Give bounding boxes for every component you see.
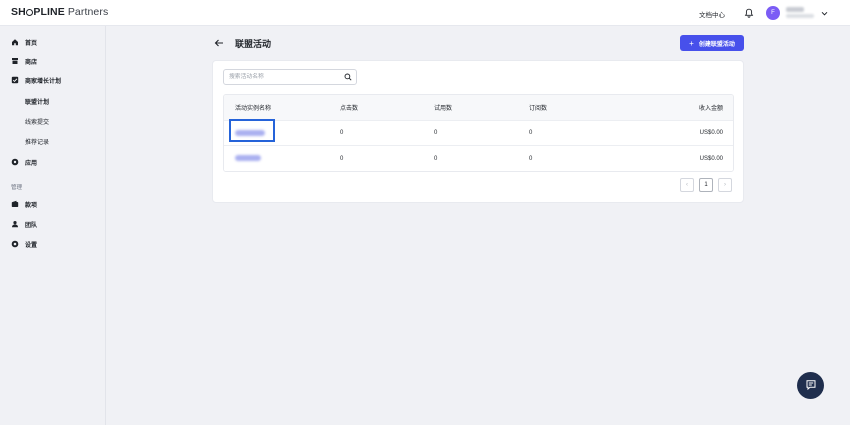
sidebar-item-label: 首页 — [25, 40, 38, 47]
col-header-subscriptions: 订阅数 — [529, 106, 548, 112]
home-icon — [11, 38, 19, 46]
table-row: 0 0 0 US$0.00 — [224, 146, 733, 171]
sidebar-item-store[interactable]: 商店 — [11, 54, 37, 68]
campaign-table: 活动实例名称 点击数 试用数 订阅数 收入金额 0 0 0 US$0.00 0 … — [223, 94, 734, 172]
sidebar-item-payments[interactable]: 款项 — [11, 197, 37, 211]
chat-support-button[interactable] — [797, 372, 824, 399]
subscriptions-cell: 0 — [529, 155, 533, 162]
logo-suffix: Partners — [64, 6, 109, 18]
search-input[interactable] — [229, 72, 339, 82]
table-header: 活动实例名称 点击数 试用数 订阅数 收入金额 — [224, 95, 733, 121]
clicks-cell: 0 — [340, 130, 344, 136]
create-affiliate-campaign-button[interactable]: + 创建联盟活动 — [680, 35, 744, 51]
col-header-trials: 试用数 — [434, 106, 453, 112]
next-page-button[interactable]: › — [718, 178, 732, 192]
highlight-box — [229, 118, 275, 142]
logo-brand-pre: SH — [11, 6, 26, 18]
sidebar-item-label: 款项 — [25, 202, 38, 209]
page-number-button[interactable]: 1 — [699, 178, 713, 192]
sidebar-item-label: 商店 — [25, 59, 38, 66]
sidebar-item-apps[interactable]: 应用 — [11, 155, 37, 169]
shopline-partners-logo[interactable]: SH PLINE Partners — [11, 6, 108, 18]
growth-icon — [11, 76, 19, 84]
plus-icon: + — [689, 38, 694, 48]
gear-icon — [11, 240, 19, 248]
sidebar-item-growth-plan[interactable]: 商家增长计划 — [11, 73, 61, 87]
bell-icon[interactable] — [743, 7, 755, 19]
clicks-cell: 0 — [340, 155, 344, 162]
doc-center-link[interactable]: 文档中心 — [699, 9, 725, 19]
team-icon — [11, 220, 19, 228]
create-button-label: 创建联盟活动 — [698, 41, 735, 48]
back-arrow-icon[interactable] — [212, 36, 226, 50]
page-header: 联盟活动 + 创建联盟活动 — [212, 33, 744, 53]
revenue-cell: US$0.00 — [699, 155, 723, 162]
logo-o-mark — [26, 8, 34, 16]
chevron-down-icon[interactable] — [820, 9, 829, 18]
campaign-list-card: 活动实例名称 点击数 试用数 订阅数 收入金额 0 0 0 US$0.00 0 … — [212, 60, 744, 203]
sidebar-item-settings[interactable]: 设置 — [11, 237, 37, 251]
prev-page-button[interactable]: ‹ — [680, 178, 694, 192]
avatar[interactable]: F — [766, 6, 780, 20]
col-header-revenue: 收入金额 — [698, 106, 723, 112]
table-row: 0 0 0 US$0.00 — [224, 118, 733, 146]
trials-cell: 0 — [434, 155, 438, 162]
sidebar-subitem-lead-submit[interactable]: 线索提交 — [25, 115, 49, 127]
sidebar-item-label: 团队 — [25, 222, 38, 229]
store-icon — [11, 57, 19, 65]
sidebar-item-label: 应用 — [25, 160, 38, 167]
search-icon[interactable] — [344, 73, 352, 81]
campaign-name-link[interactable] — [224, 118, 340, 142]
apps-icon — [11, 158, 19, 166]
sidebar-subitem-referral-records[interactable]: 推荐记录 — [25, 135, 49, 147]
pagination: ‹ 1 › — [680, 178, 732, 192]
sidebar-item-home[interactable]: 首页 — [11, 35, 37, 49]
chat-icon — [805, 379, 817, 393]
sidebar-item-team[interactable]: 团队 — [11, 217, 37, 231]
top-bar: SH PLINE Partners 文档中心 F — [0, 0, 850, 26]
page-title: 联盟活动 — [235, 39, 272, 49]
sidebar-subitem-affiliate[interactable]: 联盟计划 — [25, 95, 49, 107]
search-box — [223, 69, 357, 85]
revenue-cell: US$0.00 — [699, 130, 723, 136]
campaign-name-redacted[interactable] — [235, 155, 261, 162]
campaign-name-link[interactable] — [224, 155, 340, 162]
account-name-redacted[interactable] — [786, 6, 816, 20]
sidebar-group-manage: 管理 — [11, 185, 23, 191]
col-header-clicks: 点击数 — [340, 106, 359, 112]
subscriptions-cell: 0 — [529, 130, 533, 136]
logo-brand-post: PLINE — [33, 6, 65, 18]
wallet-icon — [11, 200, 19, 208]
sidebar: 首页 商店 商家增长计划 联盟计划 线索提交 推荐记录 应用 管理 款项 团队 … — [0, 26, 106, 425]
trials-cell: 0 — [434, 130, 438, 136]
sidebar-item-label: 商家增长计划 — [25, 78, 62, 85]
col-header-name: 活动实例名称 — [235, 106, 272, 112]
sidebar-item-label: 设置 — [25, 242, 38, 249]
